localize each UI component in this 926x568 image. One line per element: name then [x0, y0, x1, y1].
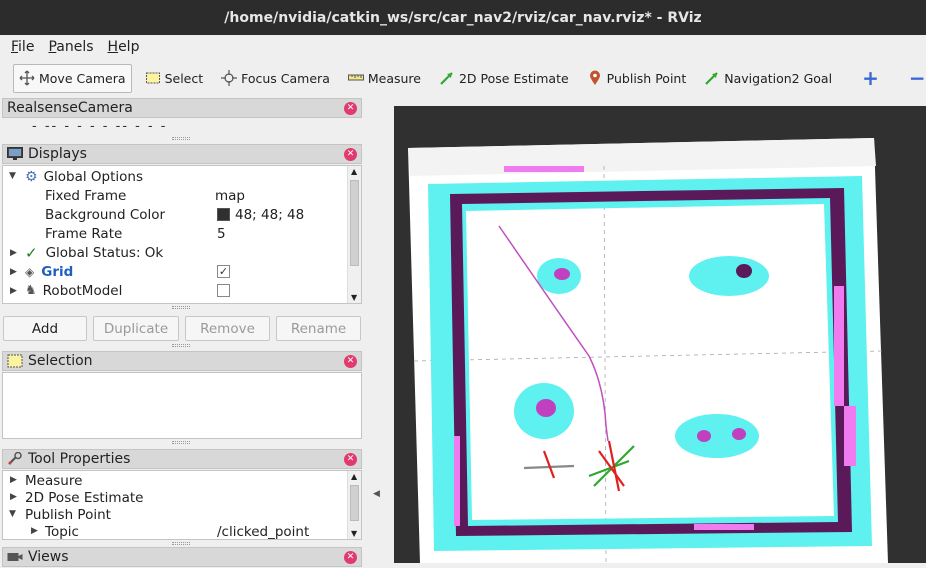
add-display-button[interactable]: Add: [3, 316, 87, 341]
displays-panel-title: Displays: [28, 146, 87, 162]
gear-icon: ⚙: [25, 168, 38, 185]
menu-panels[interactable]: Panels: [41, 39, 100, 55]
resize-grip[interactable]: [172, 441, 190, 444]
expand-arrow-right-icon[interactable]: ▶: [10, 267, 17, 277]
expand-arrow-right-icon[interactable]: ▶: [10, 492, 17, 502]
ruler-icon: [347, 70, 364, 86]
robot-model-checkbox[interactable]: [217, 284, 230, 297]
remove-display-button[interactable]: Remove: [185, 316, 270, 341]
window-title: /home/nvidia/catkin_ws/src/car_nav2/rviz…: [224, 9, 702, 26]
views-panel-header: Views ✕: [2, 547, 362, 567]
scroll-up-icon[interactable]: ▲: [351, 472, 357, 481]
add-tool-button[interactable]: +: [857, 64, 884, 93]
occupancy-map[interactable]: [394, 106, 926, 563]
resize-grip[interactable]: [172, 137, 190, 140]
tool-properties-tree: ▶ Measure ▶ 2D Pose Estimate ▼ Publish P…: [2, 470, 362, 540]
topic-label: Topic: [45, 523, 79, 540]
menu-help[interactable]: Help: [101, 39, 147, 55]
pose-estimate-button[interactable]: 2D Pose Estimate: [434, 64, 574, 93]
background-color-value[interactable]: 48; 48; 48: [217, 205, 304, 224]
move-camera-button[interactable]: Move Camera: [13, 63, 132, 93]
scroll-down-icon[interactable]: ▼: [351, 293, 357, 302]
selection-panel-body: [2, 372, 362, 439]
navigation-goal-button[interactable]: Navigation2 Goal: [699, 64, 837, 93]
fixed-frame-label: Fixed Frame: [45, 187, 127, 204]
checkmark-icon: ✓: [25, 243, 38, 262]
wrench-icon: [7, 451, 23, 466]
resize-grip[interactable]: [172, 344, 190, 347]
plus-icon: +: [862, 66, 879, 90]
resize-grip[interactable]: [172, 306, 190, 309]
scroll-up-icon[interactable]: ▲: [351, 167, 357, 176]
realsense-panel-title: RealsenseCamera: [7, 100, 133, 116]
window-title-bar: /home/nvidia/catkin_ws/src/car_nav2/rviz…: [0, 0, 926, 35]
displays-panel-header: Displays ✕: [2, 144, 362, 164]
frame-rate-value[interactable]: 5: [217, 224, 226, 243]
camera-icon: [7, 550, 23, 564]
rename-display-button[interactable]: Rename: [276, 316, 361, 341]
menu-bar: File Panels Help: [0, 35, 926, 59]
grid-display-item[interactable]: ◈ Grid: [25, 262, 73, 281]
close-icon[interactable]: ✕: [344, 355, 357, 368]
frame-rate-label: Frame Rate: [45, 225, 123, 242]
expand-arrow-right-icon[interactable]: ▶: [10, 286, 17, 296]
map-pin-icon: [587, 70, 603, 86]
close-icon[interactable]: ✕: [344, 102, 357, 115]
realsense-panel-header: RealsenseCamera ✕: [2, 98, 362, 118]
displays-scrollbar[interactable]: ▲ ▼: [347, 166, 361, 303]
close-icon[interactable]: ✕: [344, 551, 357, 564]
scrollbar-thumb[interactable]: [350, 180, 359, 266]
close-icon[interactable]: ✕: [344, 148, 357, 161]
green-arrow-icon: [439, 70, 455, 86]
expand-arrow-down-icon[interactable]: ▼: [9, 509, 16, 519]
background-color-label: Background Color: [45, 206, 166, 223]
grid-checkbox[interactable]: ✓: [217, 265, 230, 278]
displays-tree: ▼ ⚙ Global Options Fixed Frame map Backg…: [2, 165, 362, 304]
topic-value[interactable]: /clicked_point: [217, 522, 309, 541]
left-dock: RealsenseCamera ✕ - -- - - - - -- - - - …: [0, 97, 364, 567]
render-3d-view[interactable]: [394, 106, 926, 563]
select-button[interactable]: Select: [140, 64, 209, 93]
robot-model-item[interactable]: ♞ RobotModel: [25, 281, 122, 300]
expand-arrow-right-icon[interactable]: ▶: [31, 526, 38, 536]
selection-icon: [7, 354, 23, 368]
tool-properties-panel-title: Tool Properties: [28, 451, 131, 467]
color-swatch: [217, 208, 230, 221]
resize-grip[interactable]: [172, 542, 190, 545]
measure-button[interactable]: Measure: [343, 64, 426, 93]
close-icon[interactable]: ✕: [344, 453, 357, 466]
dock-splitter[interactable]: ◀: [364, 97, 394, 563]
duplicate-display-button[interactable]: Duplicate: [93, 316, 179, 341]
global-status-item[interactable]: ✓ Global Status: Ok: [25, 243, 163, 262]
remove-tool-button[interactable]: − ▾: [904, 64, 926, 93]
minus-icon: −: [908, 66, 926, 90]
scroll-down-icon[interactable]: ▼: [351, 529, 357, 538]
robot-icon: ♞: [25, 283, 37, 298]
fixed-frame-value[interactable]: map: [215, 186, 245, 205]
expand-arrow-right-icon[interactable]: ▶: [10, 248, 17, 258]
green-goal-arrow-icon: [704, 70, 720, 86]
focus-camera-icon: [221, 70, 238, 86]
move-camera-icon: [19, 70, 35, 86]
expand-arrow-down-icon[interactable]: ▼: [9, 171, 16, 181]
selection-panel-title: Selection: [28, 353, 93, 369]
expand-arrow-right-icon[interactable]: ▶: [10, 475, 17, 485]
tool-properties-panel-header: Tool Properties ✕: [2, 449, 362, 469]
collapse-arrow-icon[interactable]: ◀: [373, 489, 380, 499]
publish-point-button[interactable]: Publish Point: [582, 64, 692, 93]
grid-icon: ◈: [25, 264, 35, 279]
monitor-icon: [7, 147, 23, 161]
focus-camera-button[interactable]: Focus Camera: [216, 64, 335, 93]
scrollbar-thumb[interactable]: [350, 485, 359, 521]
global-options-item[interactable]: ⚙ Global Options: [25, 167, 143, 186]
realsense-placeholder: - -- - - - - -- - - -: [32, 119, 168, 134]
selection-panel-header: Selection ✕: [2, 351, 362, 371]
menu-file[interactable]: File: [4, 39, 41, 55]
select-icon: [145, 70, 161, 86]
tool-bar: Move Camera Select Focus Camera Measure …: [0, 59, 926, 97]
tool-properties-scrollbar[interactable]: ▲ ▼: [347, 471, 361, 539]
